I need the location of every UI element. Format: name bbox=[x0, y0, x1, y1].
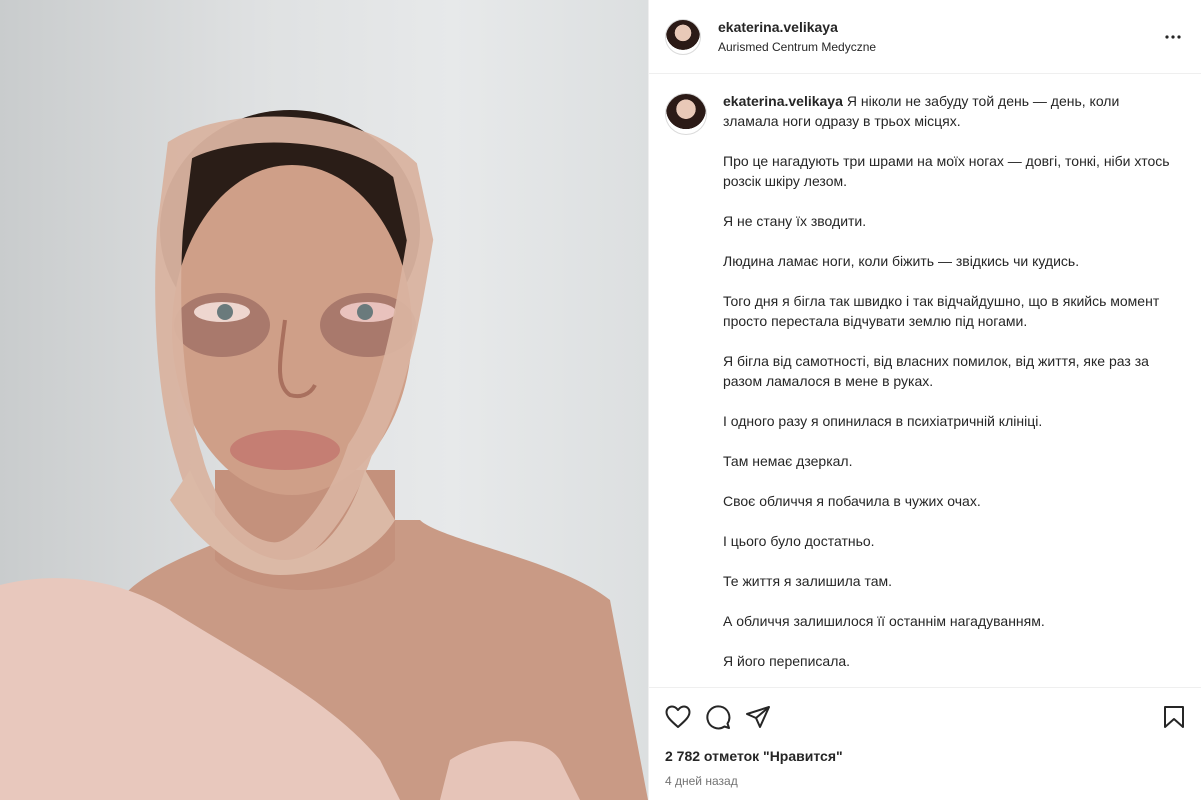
save-button[interactable] bbox=[1145, 697, 1185, 737]
post-photo-illustration bbox=[0, 110, 648, 800]
post-location[interactable]: Aurismed Centrum Medyczne bbox=[718, 40, 876, 54]
author-username[interactable]: ekaterina.velikaya bbox=[718, 19, 876, 35]
heart-icon bbox=[665, 705, 691, 728]
more-horizontal-icon bbox=[1165, 34, 1181, 39]
bookmark-icon bbox=[1164, 706, 1184, 728]
caption-paragraph: І одного разу я опинилася в психіатричні… bbox=[723, 413, 1043, 429]
post-date[interactable]: 4 дней назад bbox=[649, 774, 1201, 788]
author-avatar[interactable] bbox=[665, 18, 701, 55]
caption-paragraph: І цього було достатньо. bbox=[723, 533, 875, 549]
caption-paragraph: Те життя я залишила там. bbox=[723, 573, 893, 589]
post-details-panel: ekaterina.velikaya Aurismed Centrum Medy… bbox=[648, 0, 1201, 800]
caption-paragraph: Людина ламає ноги, коли біжить — звідкис… bbox=[723, 253, 1080, 269]
caption-paragraph: Там немає дзеркал. bbox=[723, 453, 853, 469]
post-actions-area: 2 782 отметок "Нравится" 4 дней назад bbox=[649, 687, 1201, 800]
caption-row: ekaterina.velikaya Я ніколи не забуду той… bbox=[665, 91, 1185, 687]
action-bar bbox=[649, 688, 1201, 746]
caption-paragraph: Про це нагадують три шрами на моїх ногах… bbox=[723, 153, 1170, 189]
caption-paragraph: Я не стану їх зводити. bbox=[723, 213, 867, 229]
post-caption: ekaterina.velikaya Я ніколи не забуду той… bbox=[723, 91, 1173, 687]
caption-paragraph: А обличчя залишилося її останнім нагадув… bbox=[723, 613, 1045, 629]
more-options-button[interactable] bbox=[1161, 25, 1185, 49]
comment-icon bbox=[706, 705, 731, 730]
comments-section[interactable]: ekaterina.velikaya Я ніколи не забуду той… bbox=[649, 75, 1201, 687]
caption-paragraph: Я його переписала. bbox=[723, 653, 851, 669]
send-icon bbox=[746, 706, 770, 728]
caption-author-avatar[interactable] bbox=[665, 93, 707, 135]
caption-username[interactable]: ekaterina.velikaya bbox=[723, 93, 843, 109]
caption-paragraph: Того дня я бігла так швидко і так відчай… bbox=[723, 293, 1160, 329]
caption-first-paragraph: ekaterina.velikaya Я ніколи не забуду той… bbox=[723, 91, 1173, 131]
caption-paragraph: Я бігла від самотності, від власних поми… bbox=[723, 353, 1149, 389]
like-button[interactable] bbox=[665, 697, 705, 737]
likes-count[interactable]: 2 782 отметок "Нравится" bbox=[649, 748, 1201, 764]
share-button[interactable] bbox=[745, 697, 785, 737]
post-photo[interactable] bbox=[0, 0, 648, 800]
comment-button[interactable] bbox=[705, 697, 745, 737]
caption-paragraph: Своє обличчя я побачила в чужих очах. bbox=[723, 493, 981, 509]
post-header: ekaterina.velikaya Aurismed Centrum Medy… bbox=[649, 0, 1201, 74]
